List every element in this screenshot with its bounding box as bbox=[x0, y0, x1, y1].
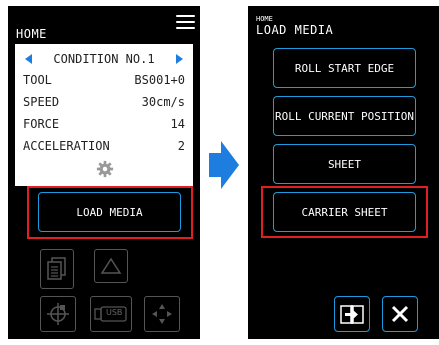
button-label: ROLL CURRENT POSITION bbox=[274, 109, 415, 123]
load-media-label: LOAD MEDIA bbox=[76, 205, 143, 219]
condition-row-acceleration: ACCELERATION 2 bbox=[23, 139, 185, 153]
next-condition-icon[interactable] bbox=[176, 54, 183, 64]
condition-row-tool: TOOL BS001+0 bbox=[23, 73, 185, 87]
usb-label: USB bbox=[106, 308, 123, 317]
usb-button[interactable]: USB bbox=[90, 296, 132, 332]
home-screen: HOME CONDITION NO.1 TOOL BS001+0 SPEED 3… bbox=[8, 6, 200, 339]
triangle-button[interactable] bbox=[94, 249, 128, 283]
close-button[interactable] bbox=[382, 296, 418, 332]
carrier-sheet-button[interactable]: CARRIER SHEET bbox=[273, 192, 416, 232]
registration-mark-button[interactable] bbox=[40, 296, 76, 332]
condition-label: TOOL bbox=[23, 73, 52, 87]
book-arrow-icon bbox=[340, 305, 364, 324]
gear-icon[interactable] bbox=[96, 160, 114, 178]
condition-value: 14 bbox=[170, 117, 185, 131]
move-arrows-icon bbox=[152, 304, 172, 324]
button-label: SHEET bbox=[327, 157, 362, 171]
prev-condition-icon[interactable] bbox=[25, 54, 32, 64]
copy-button[interactable] bbox=[40, 249, 74, 289]
screen-title: LOAD MEDIA bbox=[256, 23, 334, 37]
close-icon bbox=[391, 305, 409, 323]
move-button[interactable] bbox=[144, 296, 180, 332]
condition-label: SPEED bbox=[23, 95, 60, 109]
breadcrumb: HOME bbox=[256, 15, 273, 23]
screen-title: HOME bbox=[16, 27, 47, 41]
feed-button[interactable] bbox=[334, 296, 370, 332]
sheet-button[interactable]: SHEET bbox=[273, 144, 416, 184]
roll-start-edge-button[interactable]: ROLL START EDGE bbox=[273, 48, 416, 88]
condition-header: CONDITION NO.1 bbox=[21, 52, 187, 66]
condition-panel: CONDITION NO.1 TOOL BS001+0 SPEED 30cm/s… bbox=[15, 44, 193, 186]
condition-label: FORCE bbox=[23, 117, 60, 131]
condition-value: 30cm/s bbox=[141, 95, 185, 109]
load-media-button[interactable]: LOAD MEDIA bbox=[38, 192, 181, 232]
condition-number: CONDITION NO.1 bbox=[53, 52, 155, 66]
transition-arrow-icon bbox=[209, 141, 239, 189]
condition-row-force: FORCE 14 bbox=[23, 117, 185, 131]
button-label: ROLL START EDGE bbox=[294, 61, 395, 75]
condition-value: 2 bbox=[177, 139, 185, 153]
triangle-icon bbox=[100, 257, 122, 274]
button-label: CARRIER SHEET bbox=[301, 205, 388, 219]
condition-label: ACCELERATION bbox=[23, 139, 110, 153]
condition-value: BS001+0 bbox=[134, 73, 185, 87]
condition-row-speed: SPEED 30cm/s bbox=[23, 95, 185, 109]
menu-icon[interactable] bbox=[176, 15, 195, 29]
roll-current-position-button[interactable]: ROLL CURRENT POSITION bbox=[273, 96, 416, 136]
crosshair-icon bbox=[47, 303, 69, 325]
document-icon bbox=[47, 257, 66, 280]
load-media-screen: HOME LOAD MEDIA ROLL START EDGE ROLL CUR… bbox=[248, 6, 439, 339]
